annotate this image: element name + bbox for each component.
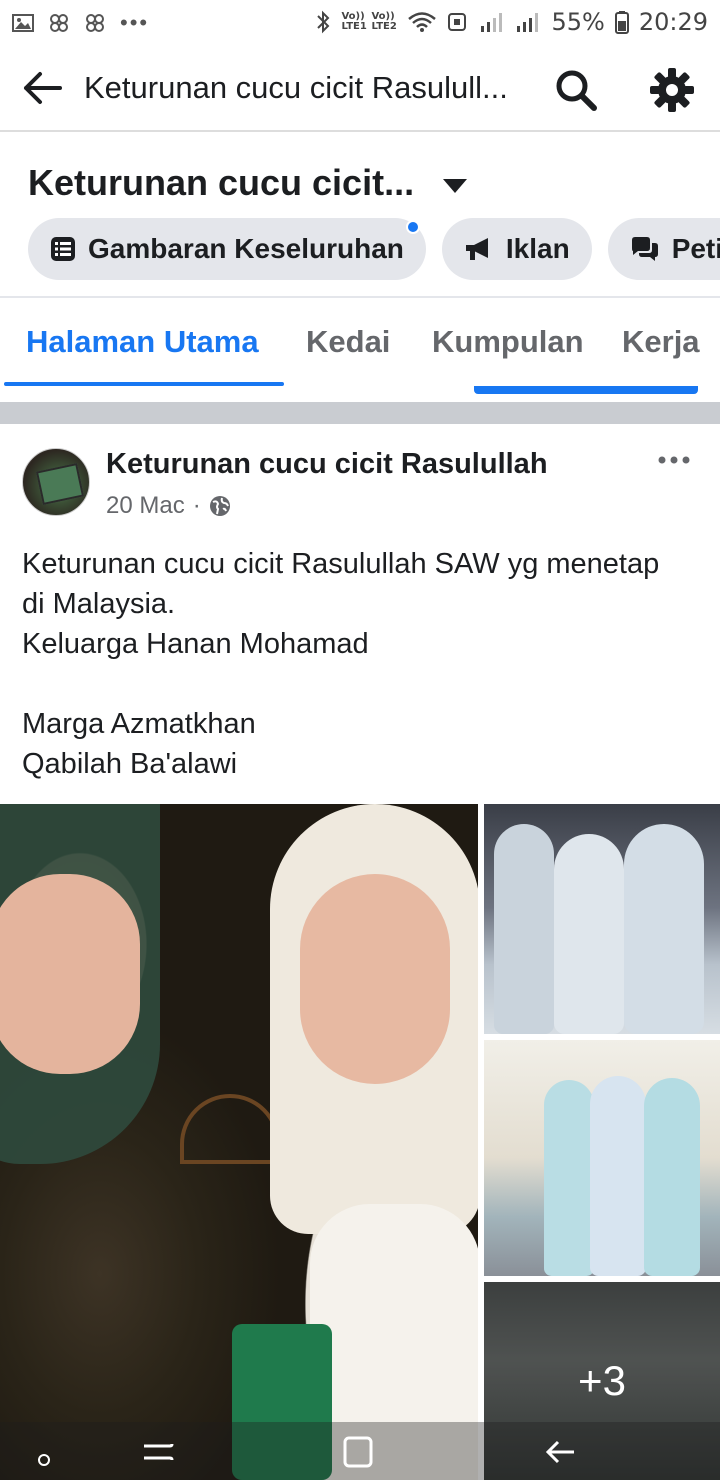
app-bar: Keturunan cucu cicit Rasulull... <box>0 46 720 132</box>
photo-detail <box>494 824 554 1034</box>
avatar[interactable] <box>22 448 90 516</box>
active-tab-indicator <box>4 382 284 386</box>
post-meta: 20 Mac · <box>106 492 231 520</box>
chip-ads-label: Iklan <box>505 233 570 264</box>
notification-icons: ••• <box>12 10 149 36</box>
photo-detail <box>554 834 624 1034</box>
scroll-indicator <box>474 386 698 394</box>
post-line: Keluarga Hanan Mohamad <box>22 628 369 660</box>
post-author[interactable]: Keturunan cucu cicit Rasulullah <box>106 448 548 481</box>
clock: 20:29 <box>638 8 708 36</box>
post-line: Marga Azmatkhan <box>22 708 256 740</box>
more-options-icon[interactable] <box>654 448 694 472</box>
search-icon[interactable] <box>552 66 600 114</box>
list-icon <box>51 237 75 261</box>
pinwheel-icon-2 <box>86 14 104 32</box>
meta-separator: · <box>192 492 201 519</box>
signal-1-icon <box>481 13 503 32</box>
globe-icon <box>209 496 230 516</box>
photo-detail <box>0 874 140 1074</box>
photo-detail <box>644 1078 700 1276</box>
photo-detail <box>300 874 450 1084</box>
gear-icon[interactable] <box>648 66 696 114</box>
volte1-label: Vo)) LTE1 <box>341 11 367 32</box>
tab-groups[interactable]: Kumpulan <box>432 324 584 360</box>
post-date[interactable]: 20 Mac <box>106 492 185 520</box>
post-line: Qabilah Ba'alawi <box>22 748 238 780</box>
photo-detail <box>624 824 704 1034</box>
nfc-icon <box>448 13 467 31</box>
page-tabs: Halaman Utama Kedai Kumpulan Kerja <box>0 296 720 388</box>
dropdown-caret-icon[interactable] <box>440 174 470 198</box>
battery-icon <box>614 11 629 34</box>
photo-3[interactable] <box>484 1040 720 1276</box>
chat-icon <box>631 237 658 261</box>
app-bar-title: Keturunan cucu cicit Rasulull... <box>84 70 508 105</box>
photo-detail <box>590 1076 646 1276</box>
nav-dot-icon[interactable] <box>24 1436 64 1468</box>
post-line: di Malaysia. <box>22 588 176 620</box>
photo-detail <box>544 1080 594 1276</box>
wifi-icon <box>408 12 437 32</box>
photo-grid: +3 <box>0 804 720 1480</box>
recent-apps-icon[interactable] <box>138 1436 178 1468</box>
post-line-blank <box>22 664 712 704</box>
battery-percent: 55% <box>551 8 605 36</box>
volte2-label: Vo)) LTE2 <box>371 11 397 32</box>
tab-shop[interactable]: Kedai <box>306 324 390 360</box>
tab-home[interactable]: Halaman Utama <box>26 324 259 360</box>
post-text: Keturunan cucu cicit Rasulullah SAW yg m… <box>22 544 712 784</box>
megaphone-icon <box>465 238 488 260</box>
notification-dot <box>405 220 420 234</box>
more-notifications-icon: ••• <box>120 10 150 35</box>
home-icon[interactable] <box>338 1436 378 1468</box>
page-action-chips: Gambaran Keseluruhan Iklan Peti M <box>28 218 720 280</box>
chip-overview[interactable]: Gambaran Keseluruhan <box>28 218 426 280</box>
gallery-icon <box>12 14 34 32</box>
chip-overview-label: Gambaran Keseluruhan <box>88 233 404 264</box>
chip-inbox[interactable]: Peti M <box>607 218 720 280</box>
tab-jobs[interactable]: Kerja <box>622 324 700 360</box>
photo-2[interactable] <box>484 804 720 1034</box>
back-arrow-icon[interactable] <box>20 66 64 110</box>
bluetooth-icon <box>317 10 330 34</box>
status-bar: ••• Vo)) LTE1 Vo)) LTE2 55% 20:29 <box>0 0 720 46</box>
chip-inbox-label: Peti M <box>671 233 720 264</box>
pinwheel-icon <box>50 14 68 32</box>
photo-main[interactable] <box>0 804 478 1480</box>
chip-ads[interactable]: Iklan <box>441 218 592 280</box>
system-nav-bar <box>0 1422 720 1480</box>
signal-2-icon <box>517 13 539 32</box>
back-nav-icon[interactable] <box>540 1436 580 1468</box>
photo-detail <box>180 1094 280 1164</box>
page-name[interactable]: Keturunan cucu cicit... <box>28 162 414 204</box>
system-status: Vo)) LTE1 Vo)) LTE2 55% 20:29 <box>315 8 708 36</box>
page-header: Keturunan cucu cicit... Gambaran Keselur… <box>0 134 720 296</box>
post-line: Keturunan cucu cicit Rasulullah SAW yg m… <box>22 548 660 580</box>
section-divider <box>0 402 720 424</box>
post-card: Keturunan cucu cicit Rasulullah 20 Mac ·… <box>0 424 720 1480</box>
